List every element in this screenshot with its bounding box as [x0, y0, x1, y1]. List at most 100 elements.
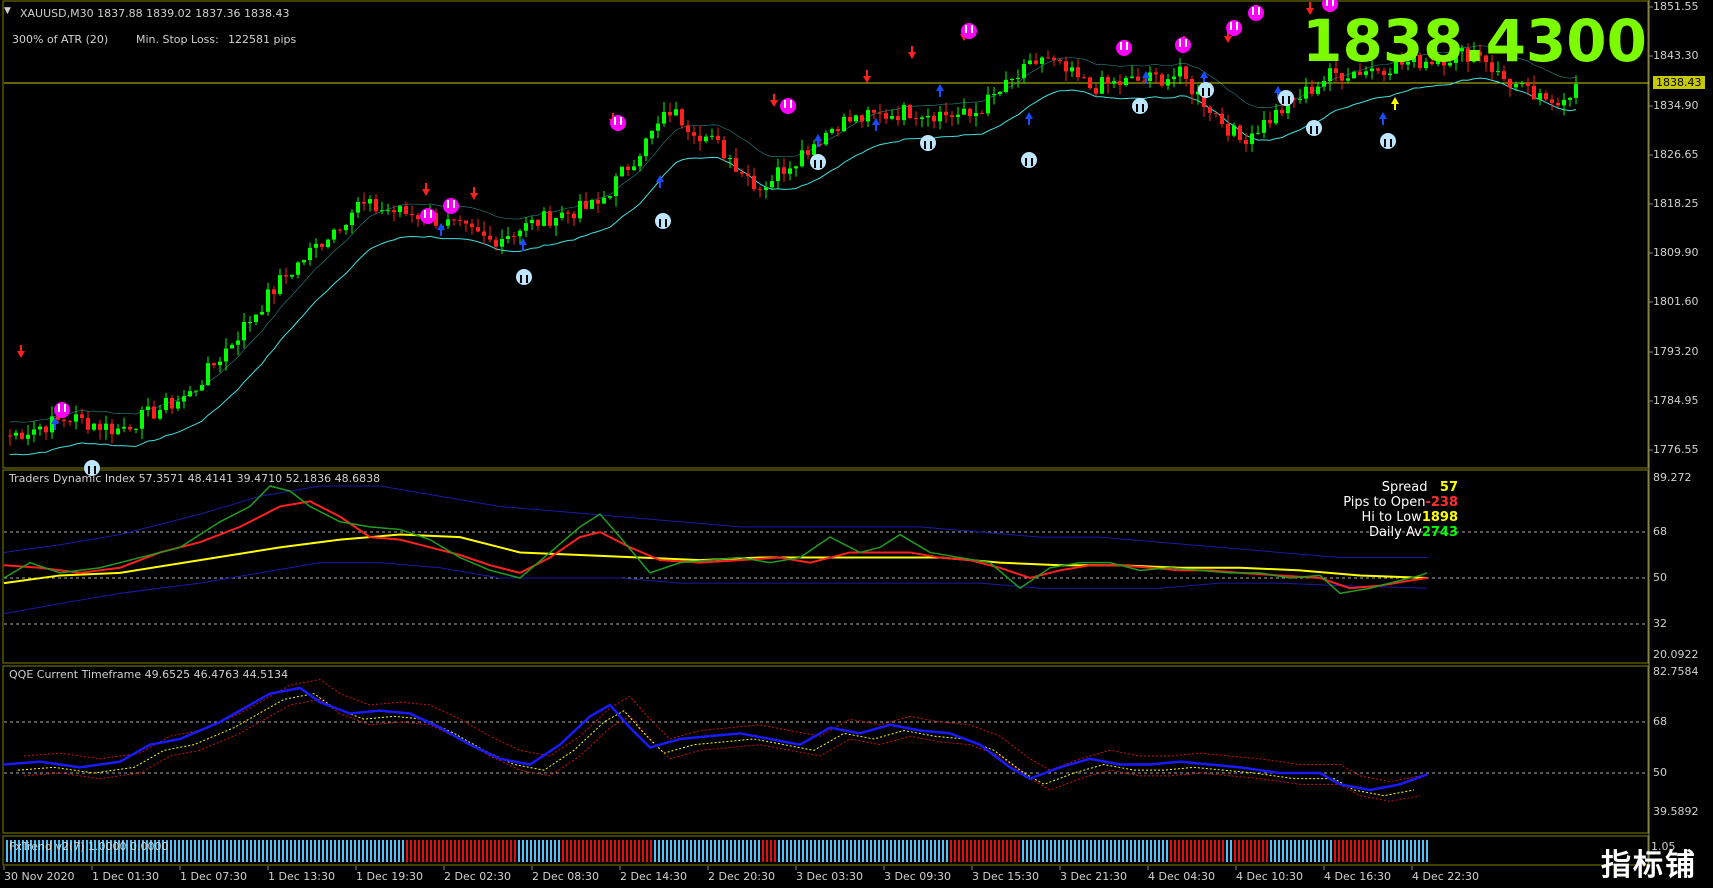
qqe-slow-line	[17, 693, 1415, 797]
fxtrend-bar-down	[606, 840, 608, 862]
bear-candle	[1082, 77, 1086, 79]
fxtrend-bar-up	[1390, 840, 1392, 862]
info-spread-value: 57	[1439, 480, 1458, 495]
fxtrend-bar-up	[1322, 840, 1324, 862]
fxtrend-bar-up	[814, 840, 816, 862]
fxtrend-bar-down	[1014, 840, 1016, 862]
fxtrend-bar-up	[938, 840, 940, 862]
fxtrend-bar-down	[622, 840, 624, 862]
fxtrend-bar-up	[1030, 840, 1032, 862]
fxtrend-bar-up	[1102, 840, 1104, 862]
fxtrend-bar-up	[1414, 840, 1416, 862]
fxtrend-bar-up	[1050, 840, 1052, 862]
bull-candle	[116, 428, 120, 435]
time-tick: 1 Dec 07:30	[180, 870, 247, 883]
bull-candle	[518, 230, 522, 237]
fxtrend-bar-up	[234, 840, 236, 862]
fxtrend-bar-down	[1174, 840, 1176, 862]
bear-candle	[1268, 120, 1272, 124]
info-daily-av: Daily Av2743	[1369, 525, 1458, 540]
fxtrend-bar-up	[518, 840, 520, 862]
fxtrend-bar-down	[1378, 840, 1380, 862]
fxtrend-bar-up	[698, 840, 700, 862]
bear-candle	[1190, 78, 1194, 95]
info-spread-label: Spread	[1381, 480, 1428, 495]
sell-signal-icon	[1248, 5, 1264, 21]
bull-candle	[92, 423, 96, 430]
buy-arrow	[1025, 112, 1033, 125]
fxtrend-bar-up	[282, 840, 284, 862]
fxtrend-bar-up	[1286, 840, 1288, 862]
fxtrend-bar-down	[614, 840, 616, 862]
fxtrend-bar-up	[1142, 840, 1144, 862]
fxtrend-bar-down	[974, 840, 976, 862]
time-tick: 2 Dec 08:30	[532, 870, 599, 883]
bull-candle	[104, 423, 108, 430]
fxtrend-bar-up	[754, 840, 756, 862]
bear-candle	[392, 210, 396, 213]
fxtrend-bar-up	[850, 840, 852, 862]
time-tick: 3 Dec 15:30	[972, 870, 1039, 883]
fxtrend-bar-up	[1082, 840, 1084, 862]
bull-candle	[992, 94, 996, 96]
fxtrend-bar-up	[398, 840, 400, 862]
fxtrend-bar-up	[1162, 840, 1164, 862]
bear-candle	[680, 109, 684, 126]
bear-candle	[1226, 123, 1230, 136]
fxtrend-bar-down	[1366, 840, 1368, 862]
bull-candle	[1274, 109, 1278, 124]
fxtrend-bar-up	[1166, 840, 1168, 862]
buy-signal-icon	[1132, 98, 1148, 114]
bear-candle	[404, 206, 408, 214]
fxtrend-bar-up	[334, 840, 336, 862]
qqe-trailing-upper	[23, 678, 1421, 783]
fxtrend-bar-up	[1038, 840, 1040, 862]
fxtrend-bar-up	[526, 840, 528, 862]
bear-candle	[416, 215, 420, 220]
bull-candle	[182, 396, 186, 402]
fxtrend-bar-up	[278, 840, 280, 862]
bull-candle	[242, 322, 246, 341]
info-daily-label: Daily Av	[1368, 525, 1422, 540]
bear-candle	[458, 220, 462, 222]
stop-loss-label: Min. Stop Loss:	[136, 33, 219, 46]
bull-candle	[560, 212, 564, 218]
chart-dropdown-icon[interactable]: ▼	[4, 6, 11, 16]
bull-candle	[1298, 98, 1302, 100]
bear-candle	[596, 200, 600, 204]
buy-arrow	[1391, 97, 1399, 110]
tdi-title: Traders Dynamic Index 57.3571 48.4141 39…	[9, 472, 381, 485]
bear-candle	[860, 115, 864, 122]
fxtrend-bar-up	[530, 840, 532, 862]
fxtrend-bar-up	[1418, 840, 1420, 862]
bull-candle	[728, 158, 732, 160]
bull-candle	[962, 108, 966, 115]
fxtrend-bar-up	[390, 840, 392, 862]
fxtrend-bar-down	[610, 840, 612, 862]
fxtrend-bar-down	[966, 840, 968, 862]
fxtrend-title: FxTrend v2(7) 1.0000 0.0000	[9, 840, 169, 853]
fxtrend-bar-up	[1062, 840, 1064, 862]
fxtrend-bar-up	[1034, 840, 1036, 862]
fxtrend-bar-up	[262, 840, 264, 862]
fxtrend-bar-up	[1230, 840, 1232, 862]
sell-signal-icon	[1175, 37, 1191, 53]
trading-chart[interactable]	[0, 0, 1713, 888]
buy-arrow	[437, 223, 445, 236]
fxtrend-bar-up	[862, 840, 864, 862]
fxtrend-bar-up	[6, 840, 8, 862]
bear-candle	[512, 236, 516, 238]
price-tick: 1826.65	[1653, 148, 1699, 161]
fxtrend-bar-up	[314, 840, 316, 862]
fxtrend-bar-up	[710, 840, 712, 862]
bull-candle	[632, 166, 636, 170]
fxtrend-bar-up	[286, 840, 288, 862]
price-tick: 1851.55	[1653, 0, 1699, 13]
bull-candle	[650, 130, 654, 139]
fxtrend-bar-down	[574, 840, 576, 862]
fxtrend-bar-down	[1190, 840, 1192, 862]
fxtrend-bar-down	[978, 840, 980, 862]
fxtrend-bar-up	[870, 840, 872, 862]
fxtrend-panel-frame	[2, 835, 1649, 866]
bull-candle	[812, 144, 816, 155]
